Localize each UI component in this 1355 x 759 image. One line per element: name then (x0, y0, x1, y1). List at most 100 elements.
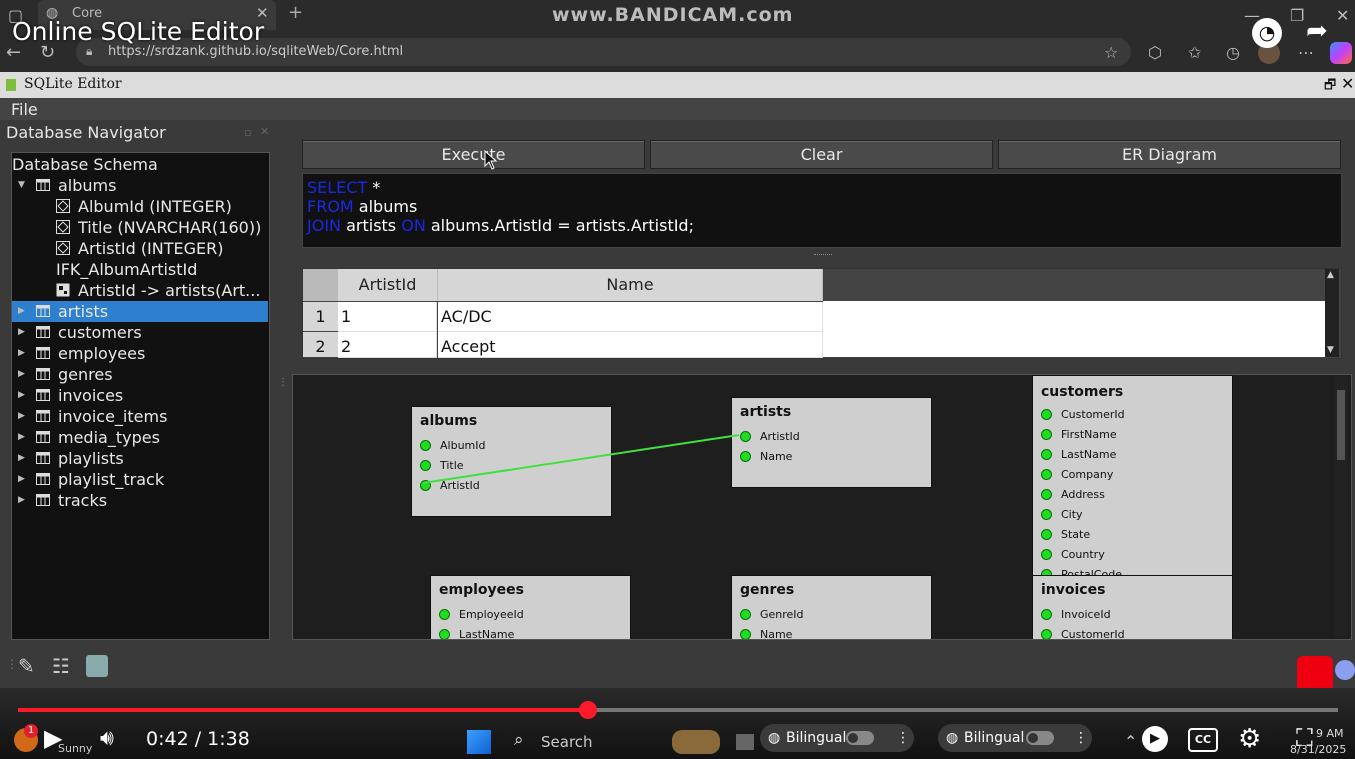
expand-arrow-icon[interactable]: ▶ (18, 448, 25, 469)
volume-icon[interactable]: 🔊︎ (100, 726, 114, 751)
navigator-title: Database Navigator (6, 123, 166, 142)
sql-editor[interactable]: SELECT * FROM albums JOIN artists ON alb… (302, 173, 1342, 248)
bilingual-switch[interactable] (846, 731, 874, 745)
taskbar-search-icon[interactable]: ⌕ (514, 730, 524, 750)
tree-item-label: playlists (58, 449, 124, 468)
tree-item-index[interactable]: IFK_AlbumArtistId (12, 259, 268, 280)
restore-icon[interactable]: 🗗︎ (1324, 76, 1336, 98)
tree-item-label: albums (58, 176, 117, 195)
new-tab-icon[interactable]: + (288, 2, 303, 23)
extensions-icon[interactable]: ⬡ (1148, 43, 1162, 62)
tree-item-column[interactable]: ArtistId (INTEGER) (12, 238, 268, 259)
edit-icon[interactable]: ✎ (18, 654, 35, 678)
progress-scrubber[interactable] (579, 701, 597, 719)
table-cell[interactable]: AC/DC (438, 302, 823, 332)
tree-item-table[interactable]: ▶ genres (12, 364, 268, 385)
scroll-up-icon[interactable]: ▲ (1327, 270, 1334, 280)
favorite-star-icon[interactable]: ☆ (1104, 43, 1118, 62)
task-view-icon[interactable] (736, 734, 754, 750)
table-corner[interactable] (303, 269, 338, 301)
expand-arrow-icon[interactable]: ▶ (18, 469, 25, 490)
tree-item-table[interactable]: ▼ albums (12, 175, 268, 196)
er-scrollbar-thumb[interactable] (1337, 390, 1345, 460)
tree-item-table[interactable]: ▶ invoice_items (12, 406, 268, 427)
column-header-artistid[interactable]: ArtistId (338, 269, 438, 301)
settings-gear-icon[interactable]: ⚙ (1238, 724, 1261, 754)
query-list-icon[interactable]: ☷ (52, 654, 70, 678)
expand-arrow-icon[interactable]: ▶ (18, 364, 25, 385)
tree-item-label: ArtistId (INTEGER) (78, 239, 224, 258)
tree-item-table[interactable]: ▶ media_types (12, 427, 268, 448)
row-number[interactable]: 1 (303, 302, 338, 331)
sql-keyword: FROM (307, 197, 354, 216)
window-close-icon[interactable]: ✕ (1336, 6, 1349, 25)
tree-item-table[interactable]: ▶ employees (12, 343, 268, 364)
table-icon (36, 431, 50, 443)
dock-splitter-handle[interactable]: ⋮ (278, 378, 288, 388)
tree-item-table[interactable]: ▶ invoices (12, 385, 268, 406)
bilingual-toggle-1[interactable]: ◍ Bilingual ⋮ (760, 724, 914, 752)
er-diagram-canvas[interactable]: albums AlbumId Title ArtistId artists Ar… (292, 374, 1352, 640)
tree-item-fk[interactable]: ArtistId -> artists(Art... (12, 280, 268, 301)
scroll-down-icon[interactable]: ▼ (1327, 345, 1334, 355)
expand-arrow-icon[interactable]: ▶ (18, 301, 25, 322)
dock-float-icon[interactable]: ▫ (244, 126, 251, 139)
table-icon (36, 473, 50, 485)
tree-item-table[interactable]: ▶ playlist_track (12, 469, 268, 490)
notification-badge: 1 (24, 724, 38, 738)
tree-item-column[interactable]: AlbumId (INTEGER) (12, 196, 268, 217)
results-scrollbar[interactable] (1325, 269, 1339, 357)
assistant-icon[interactable] (1335, 660, 1355, 680)
clear-button[interactable]: Clear (650, 140, 993, 169)
schema-tree[interactable]: Database Schema ▼ albums AlbumId (INTEGER)… (11, 152, 270, 640)
autoplay-icon[interactable]: ▶ (1142, 726, 1168, 752)
tree-item-table[interactable]: ▶ playlists (12, 448, 268, 469)
database-icon[interactable] (86, 655, 108, 677)
tree-item-table[interactable]: ▶ artists (12, 301, 268, 322)
lock-icon: 🔒︎ (86, 44, 93, 58)
copilot-icon[interactable] (1330, 42, 1352, 64)
bilingual-switch[interactable] (1026, 731, 1054, 745)
table-icon (36, 326, 50, 338)
expand-arrow-icon[interactable]: ▶ (18, 427, 25, 448)
table-cell[interactable]: Accept (438, 332, 823, 358)
column-header-name[interactable]: Name (438, 269, 823, 301)
app-close-icon[interactable]: ✕ (1341, 74, 1354, 93)
windows-start-icon[interactable] (467, 730, 491, 754)
bilingual-label: Bilingual (964, 730, 1025, 746)
bilingual-more-icon[interactable]: ⋮ (1074, 724, 1088, 752)
tray-chevron-icon[interactable]: ⌃ (1124, 732, 1137, 751)
play-icon[interactable]: ▶ (44, 724, 62, 752)
watch-later-icon[interactable]: ◔ (1252, 18, 1282, 48)
captions-icon[interactable]: CC (1188, 728, 1218, 752)
history-icon[interactable]: ◷ (1226, 43, 1240, 62)
bilingual-toggle-2[interactable]: ◍ Bilingual ⋮ (938, 724, 1092, 752)
url-text[interactable]: https://srdzank.github.io/sqliteWeb/Core… (108, 44, 403, 59)
er-diagram-button[interactable]: ER Diagram (998, 140, 1341, 169)
expand-arrow-icon[interactable]: ▶ (18, 490, 25, 511)
tree-item-table[interactable]: ▶ tracks (12, 490, 268, 511)
expand-arrow-icon[interactable]: ▶ (18, 385, 25, 406)
dock-close-icon[interactable]: ✕ (260, 125, 269, 138)
taskbar-widget-image[interactable] (672, 730, 720, 754)
collapse-arrow-icon[interactable]: ▼ (18, 175, 25, 196)
tree-item-column[interactable]: Title (NVARCHAR(160)) (12, 217, 268, 238)
maximize-icon[interactable]: ❐ (1290, 6, 1304, 25)
favorites-icon[interactable]: ✩ (1188, 43, 1201, 62)
video-title: Online SQLite Editor (12, 17, 265, 46)
expand-arrow-icon[interactable]: ▶ (18, 343, 25, 364)
expand-arrow-icon[interactable]: ▶ (18, 406, 25, 427)
menu-file[interactable]: File (11, 100, 38, 119)
splitter-handle[interactable] (814, 254, 832, 257)
expand-arrow-icon[interactable]: ▶ (18, 322, 25, 343)
share-icon[interactable]: ➦ (1306, 16, 1328, 46)
row-number[interactable]: 2 (303, 332, 338, 357)
taskbar-search[interactable]: Search (541, 733, 593, 751)
execute-button[interactable]: Execute (302, 140, 645, 169)
bilingual-more-icon[interactable]: ⋮ (896, 724, 910, 752)
table-cell[interactable]: 2 (338, 332, 437, 358)
sql-text: albums (353, 197, 418, 216)
column-icon (56, 220, 70, 234)
table-cell[interactable]: 1 (338, 302, 437, 332)
tree-item-table[interactable]: ▶ customers (12, 322, 268, 343)
